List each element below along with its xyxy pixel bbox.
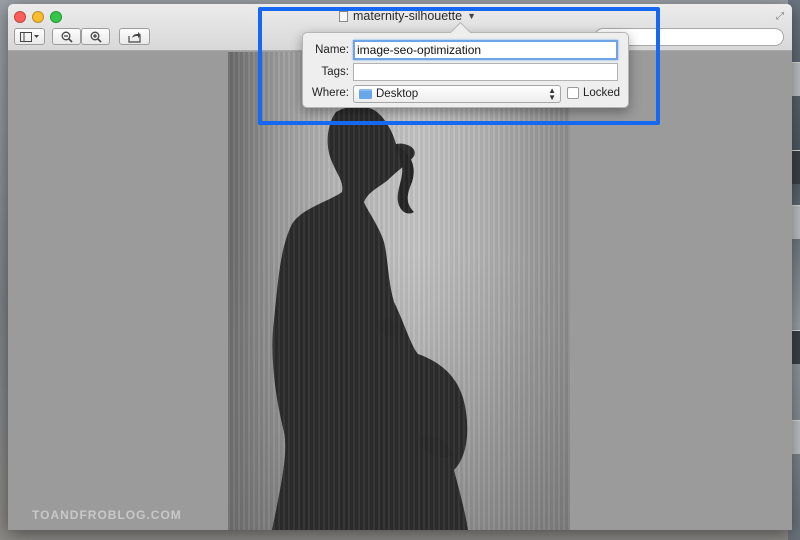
locked-label[interactable]: Locked (583, 87, 620, 99)
tags-label: Tags: (321, 66, 350, 78)
where-label: Where: (311, 87, 349, 99)
locked-checkbox[interactable] (567, 87, 579, 99)
sidebar-toggle-icon (19, 31, 39, 42)
tags-field[interactable] (353, 63, 618, 81)
window-title: maternity-silhouette (353, 9, 463, 23)
name-label: Name: (315, 44, 349, 56)
share-icon (127, 31, 141, 43)
sidebar-view-button[interactable] (14, 28, 45, 45)
where-selected-value: Desktop (376, 88, 419, 100)
document-image (228, 52, 570, 530)
folder-icon (359, 89, 372, 99)
window-title-menu[interactable]: maternity-silhouette ▼ (339, 9, 476, 23)
share-button[interactable] (119, 28, 150, 45)
zoom-out-icon (61, 31, 73, 43)
zoom-out-button[interactable] (52, 28, 81, 45)
silhouette-figure (228, 106, 570, 530)
chevron-down-icon: ▼ (467, 11, 476, 21)
minimize-button[interactable] (32, 11, 44, 23)
select-arrows-icon: ▲ ▼ (548, 86, 556, 102)
zoom-button[interactable] (50, 11, 62, 23)
name-field[interactable] (353, 40, 618, 60)
close-button[interactable] (14, 11, 26, 23)
watermark-text: TOANDFROBLOG.COM (32, 508, 182, 522)
image-canvas (8, 52, 792, 530)
zoom-in-icon (90, 31, 102, 43)
fullscreen-icon[interactable]: ⤢ (776, 11, 784, 22)
where-select[interactable]: Desktop ▲ ▼ (353, 85, 561, 103)
doc-icon (339, 10, 348, 22)
zoom-in-button[interactable] (81, 28, 110, 45)
